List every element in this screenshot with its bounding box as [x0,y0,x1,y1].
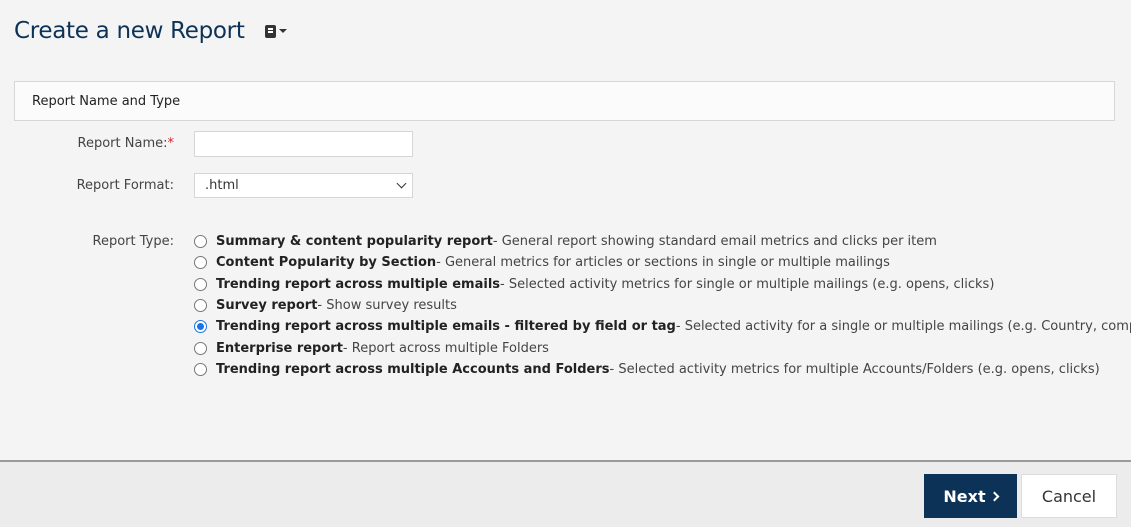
help-menu-dropdown[interactable] [264,24,287,38]
option-name: Survey report [216,298,318,314]
radio-button[interactable] [194,362,207,376]
report-type-option[interactable]: Enterprise report - Report across multip… [194,337,1131,358]
title-row: Create a new Report [14,18,287,44]
required-marker: * [167,136,175,151]
report-type-option[interactable]: Trending report across multiple emails -… [194,316,1131,337]
option-name: Summary & content popularity report [216,234,493,250]
report-format-value: .html [205,178,239,193]
report-name-label: Report Name:* [14,136,174,151]
caret-down-icon [278,29,287,33]
option-name: Trending report across multiple emails [216,276,501,292]
chevron-down-icon [396,178,407,189]
report-name-label-text: Report Name: [77,136,168,151]
option-name: Trending report across multiple Accounts… [216,361,610,377]
chevron-right-icon [989,491,1000,501]
radio-button[interactable] [194,299,207,313]
report-type-radio-group: Summary & content popularity report - Ge… [194,231,1131,380]
next-label: Next [943,486,986,506]
book-icon [264,24,276,38]
report-type-option[interactable]: Summary & content popularity report - Ge… [194,231,1131,252]
report-type-label: Report Type: [92,234,174,249]
option-description: - Report across multiple Folders [342,340,549,356]
radio-button[interactable] [194,256,207,270]
cancel-button[interactable]: Cancel [1021,474,1117,518]
radio-button[interactable] [194,341,207,355]
option-name: Content Popularity by Section [216,255,437,271]
option-description: - Selected activity metrics for multiple… [609,361,1100,377]
option-description: - Selected activity metrics for single o… [500,276,995,292]
page-title: Create a new Report [14,18,245,44]
option-description: - General report showing standard email … [492,234,937,250]
report-format-label: Report Format: [76,178,174,193]
next-button[interactable]: Next [924,474,1017,518]
option-description: - Show survey results [317,298,457,314]
report-type-option[interactable]: Survey report - Show survey results [194,295,1131,316]
report-type-option[interactable]: Trending report across multiple Accounts… [194,359,1131,380]
radio-button-selected[interactable] [194,320,207,334]
option-name: Enterprise report [216,340,343,356]
option-description: - General metrics for articles or sectio… [436,255,890,271]
report-type-option[interactable]: Content Popularity by Section - General … [194,252,1131,273]
report-type-option[interactable]: Trending report across multiple emails -… [194,274,1131,295]
section-title: Report Name and Type [32,93,181,109]
section-header: Report Name and Type [14,81,1115,121]
report-format-select[interactable]: .html [194,173,413,198]
option-name: Trending report across multiple emails -… [216,319,676,335]
radio-button[interactable] [194,235,207,249]
radio-button[interactable] [194,277,207,291]
option-description: - Selected activity for a single or mult… [675,319,1131,335]
report-name-input[interactable] [194,131,413,157]
